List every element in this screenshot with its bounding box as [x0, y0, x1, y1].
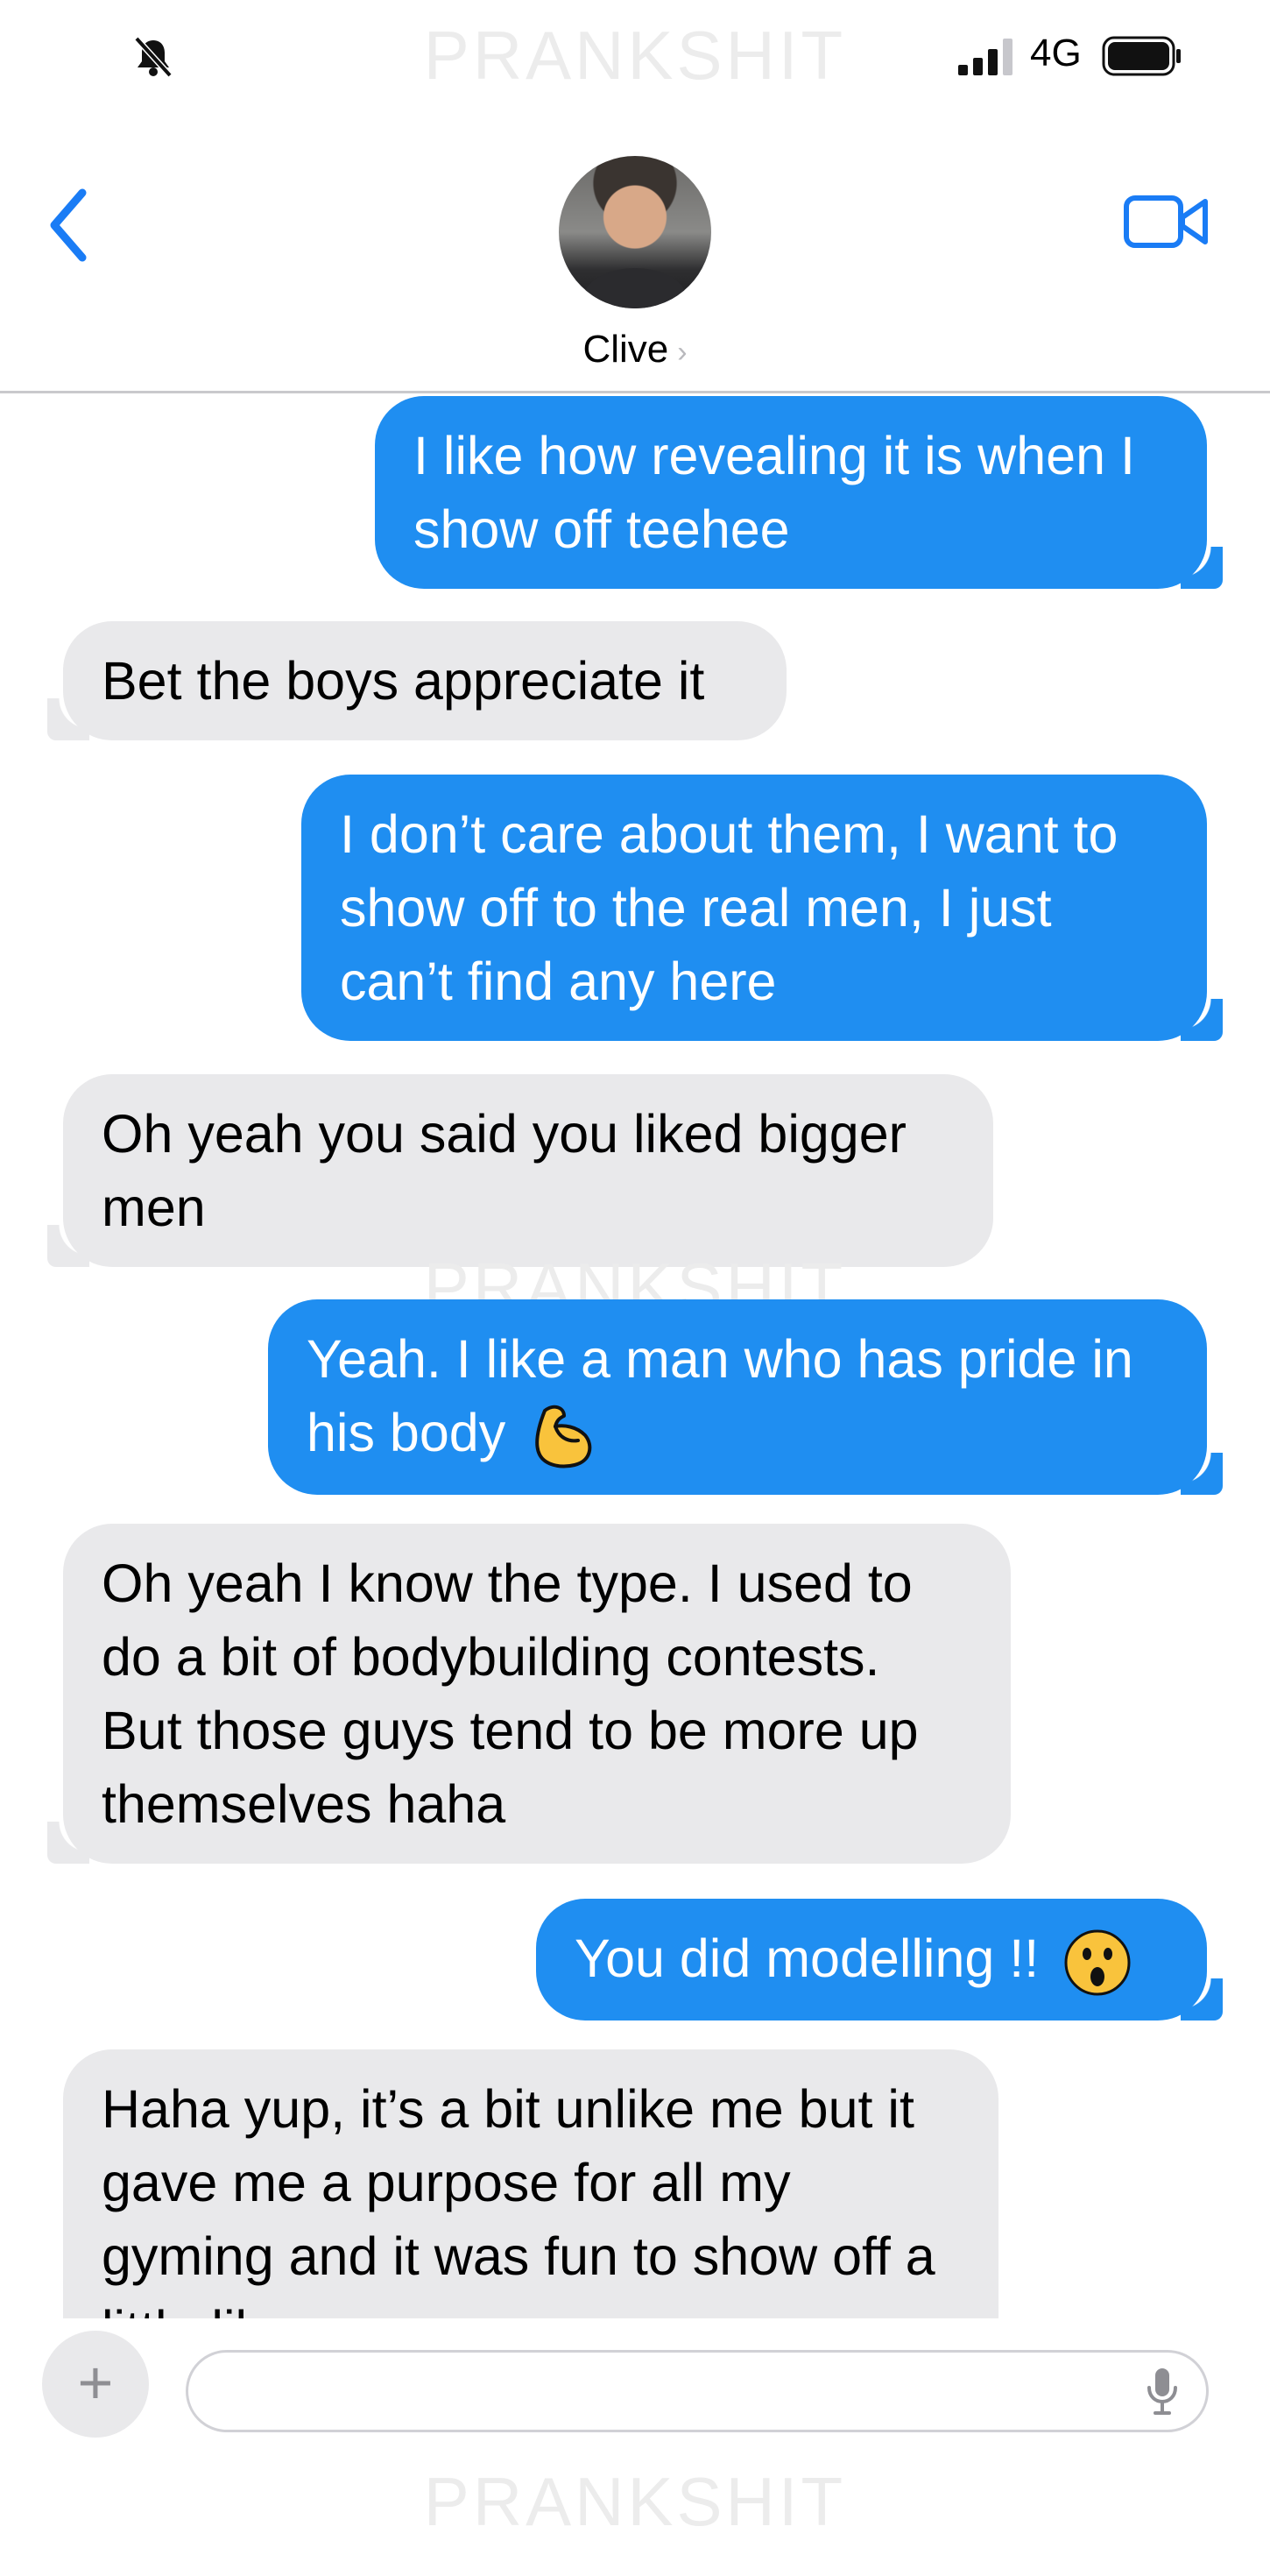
message-input[interactable]	[186, 2350, 1209, 2432]
video-call-icon[interactable]	[1123, 191, 1210, 252]
chevron-right-icon: ›	[677, 336, 688, 369]
contact-name-button[interactable]: Clive ›	[0, 328, 1270, 372]
contact-name: Clive	[582, 328, 669, 371]
network-type: 4G	[1030, 32, 1082, 74]
status-bar: 4G	[0, 0, 1270, 114]
message-text: Haha yup, it’s a bit unlike me but it ga…	[102, 2079, 935, 2318]
astonished-face-icon	[1064, 1929, 1131, 1996]
plus-icon: +	[77, 2348, 114, 2417]
conversation-header: Clive ›	[0, 114, 1270, 393]
microphone-icon[interactable]	[1145, 2367, 1180, 2417]
message-text: You did modelling !!	[575, 1928, 1040, 1988]
sent-message-bubble[interactable]: Yeah. I like a man who has pride in his …	[268, 1299, 1223, 1495]
silent-bell-icon	[134, 36, 173, 78]
message-text: I don’t care about them, I want to show …	[340, 804, 1118, 1011]
message-text: Yeah. I like a man who has pride in his …	[307, 1329, 1133, 1462]
received-message-bubble[interactable]: Haha yup, it’s a bit unlike me but it ga…	[63, 2049, 998, 2318]
cellular-signal-icon	[958, 39, 1012, 75]
watermark-bottom: PRANKSHIT	[423, 2463, 847, 2540]
sent-message-bubble[interactable]: I don’t care about them, I want to show …	[301, 775, 1223, 1041]
received-message-bubble[interactable]: Bet the boys appreciate it	[47, 621, 787, 740]
received-message-bubble[interactable]: Oh yeah you said you liked bigger men	[47, 1074, 993, 1267]
add-attachment-button[interactable]: +	[42, 2331, 149, 2438]
contact-avatar[interactable]	[559, 156, 711, 308]
battery-icon	[1102, 36, 1181, 76]
message-thread[interactable]: I like how revealing it is when I show o…	[0, 393, 1270, 2318]
message-text: Oh yeah you said you liked bigger men	[102, 1104, 907, 1237]
back-chevron-icon[interactable]	[44, 186, 96, 265]
message-text: I like how revealing it is when I show o…	[413, 426, 1135, 559]
flexed-biceps-icon	[535, 1405, 592, 1468]
sent-message-bubble[interactable]: I like how revealing it is when I show o…	[375, 396, 1223, 589]
message-text: Bet the boys appreciate it	[102, 651, 705, 711]
message-text: Oh yeah I know the type. I used to do a …	[102, 1553, 919, 1834]
sent-message-bubble[interactable]: You did modelling !!	[536, 1899, 1223, 2020]
received-message-bubble[interactable]: Oh yeah I know the type. I used to do a …	[47, 1524, 1011, 1864]
